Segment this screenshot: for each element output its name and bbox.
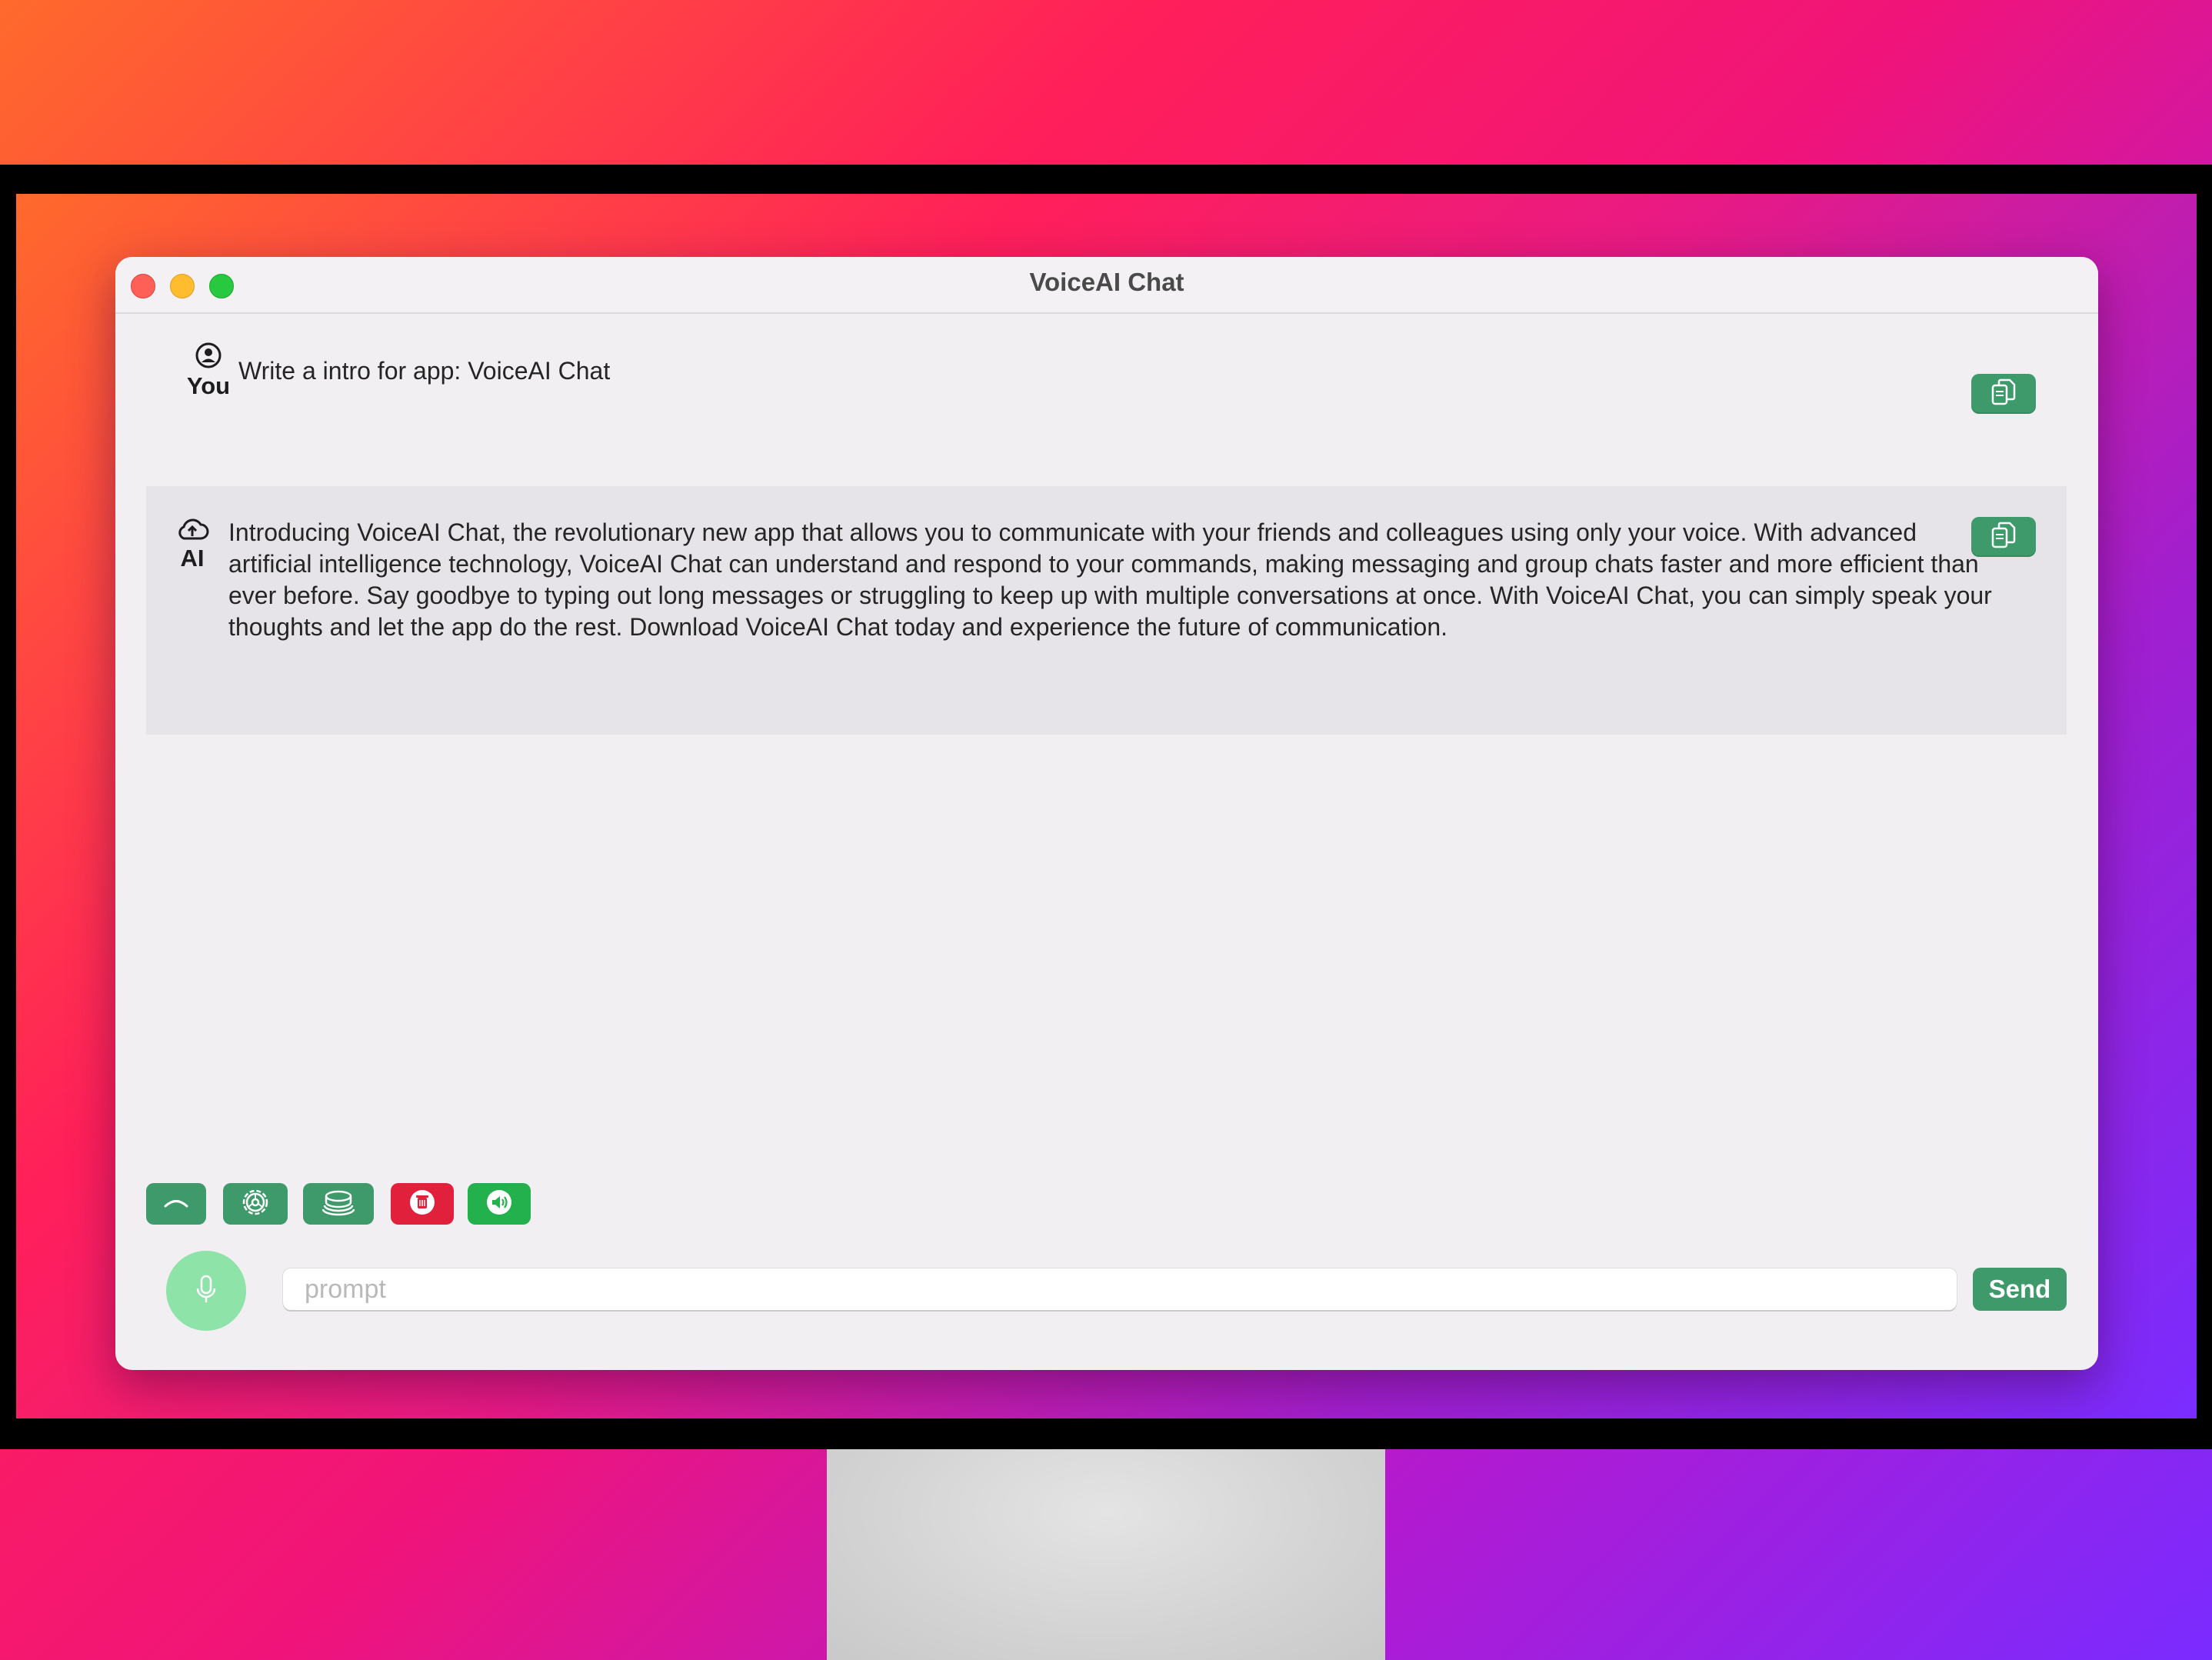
message-ai: AI Introducing VoiceAI Chat, the revolut… bbox=[146, 486, 2067, 735]
author-label: You bbox=[186, 372, 231, 399]
send-button[interactable]: Send bbox=[1973, 1268, 2067, 1311]
person-circle-icon bbox=[177, 342, 240, 372]
monitor-bezel-left bbox=[0, 165, 16, 1449]
speaker-icon bbox=[485, 1188, 513, 1220]
message-author: AI bbox=[169, 517, 215, 572]
monitor-stand bbox=[827, 1449, 1385, 1660]
settings-button[interactable] bbox=[223, 1183, 288, 1225]
trash-icon bbox=[408, 1188, 436, 1220]
author-label: AI bbox=[180, 545, 205, 572]
gear-icon bbox=[240, 1187, 271, 1222]
cloud-icon bbox=[169, 517, 215, 545]
history-button[interactable] bbox=[303, 1183, 374, 1225]
copy-icon bbox=[1990, 378, 2017, 411]
speaker-button[interactable] bbox=[468, 1183, 531, 1225]
monitor-bezel-top bbox=[0, 165, 2212, 194]
monitor-bezel-bottom bbox=[0, 1418, 2212, 1449]
delete-button[interactable] bbox=[391, 1183, 454, 1225]
microphone-icon bbox=[195, 1274, 218, 1308]
app-window: VoiceAI Chat You Write a intro for app: … bbox=[115, 257, 2098, 1370]
window-title: VoiceAI Chat bbox=[1029, 268, 1184, 296]
monitor-bezel-right bbox=[2197, 165, 2212, 1449]
copy-button[interactable] bbox=[1971, 374, 2036, 414]
message-author: You bbox=[177, 342, 240, 400]
copy-button[interactable] bbox=[1971, 517, 2036, 557]
chevron-up-icon bbox=[163, 1195, 189, 1214]
message-text: Write a intro for app: VoiceAI Chat bbox=[238, 357, 611, 385]
microphone-button[interactable] bbox=[166, 1251, 246, 1331]
prompt-input[interactable] bbox=[283, 1268, 1957, 1310]
copy-icon bbox=[1990, 521, 2017, 554]
collapse-button[interactable] bbox=[146, 1183, 206, 1225]
message-user: You Write a intro for app: VoiceAI Chat bbox=[146, 326, 2067, 442]
title-bar: VoiceAI Chat bbox=[115, 257, 2098, 314]
history-stack-icon bbox=[321, 1188, 355, 1220]
message-text: Introducing VoiceAI Chat, the revolution… bbox=[228, 518, 1992, 641]
